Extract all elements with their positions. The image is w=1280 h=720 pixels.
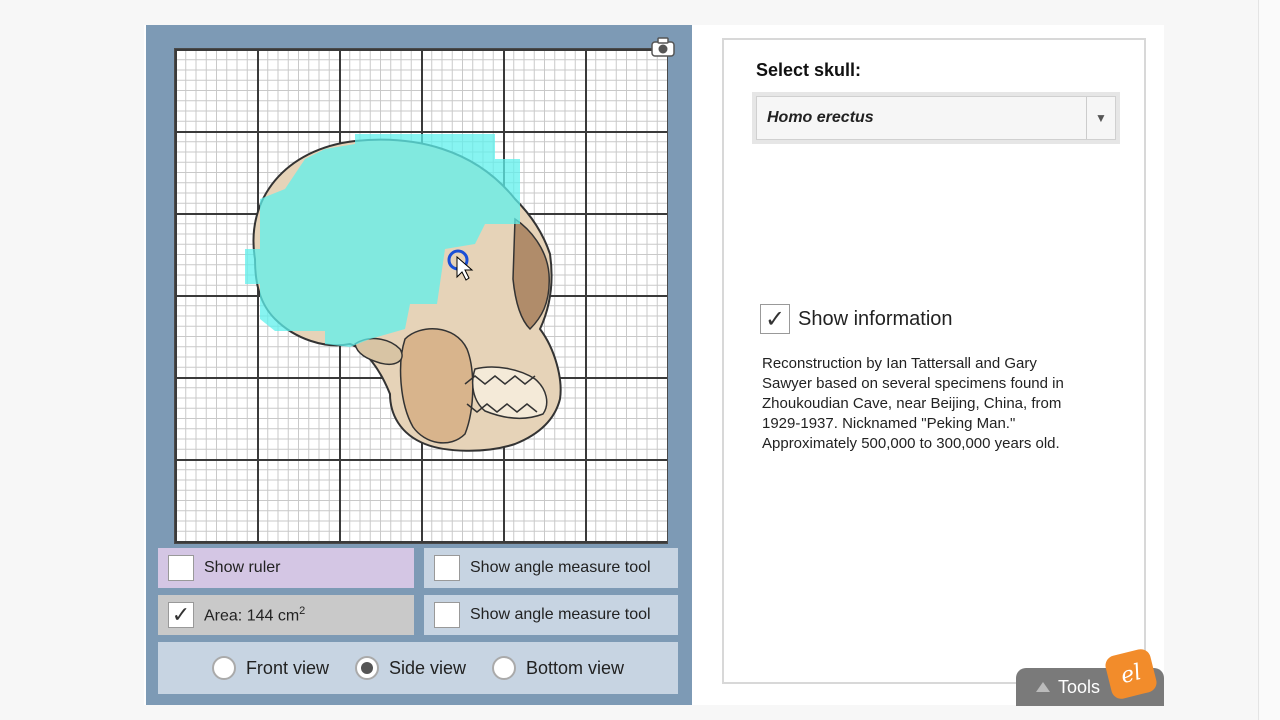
camera-icon[interactable] xyxy=(650,36,676,58)
bottom-view-label: Bottom view xyxy=(526,657,625,678)
show-ruler-label: Show ruler xyxy=(204,559,281,576)
angle-tool-label-2: Show angle measure tool xyxy=(470,606,651,623)
area-label: Area: 144 cm2 xyxy=(204,605,305,625)
show-information-toggle[interactable]: ✓ Show information xyxy=(760,304,953,334)
side-view-label: Side view xyxy=(388,657,467,678)
side-view-radio[interactable] xyxy=(354,656,379,680)
show-ruler-toggle[interactable]: Show ruler xyxy=(158,548,414,588)
measurement-grid[interactable] xyxy=(174,48,668,544)
tools-label: Tools xyxy=(1058,676,1101,697)
show-information-label: Show information xyxy=(798,307,953,330)
show-information-checkbox[interactable]: ✓ xyxy=(760,304,790,334)
angle-tool-label-1: Show angle measure tool xyxy=(470,559,651,576)
bottom-view-radio[interactable] xyxy=(492,656,517,680)
angle-tool-toggle-2[interactable]: Show angle measure tool xyxy=(424,595,678,635)
select-skull-label: Select skull: xyxy=(756,60,862,80)
page-edge xyxy=(1258,0,1280,720)
show-ruler-checkbox[interactable] xyxy=(168,555,194,581)
selected-dot xyxy=(360,662,373,674)
angle-tool-checkbox-1[interactable] xyxy=(434,555,460,581)
selected-skull: Homo erectus xyxy=(767,109,874,126)
skull-information-text: Reconstruction by Ian Tattersall and Gar… xyxy=(762,355,1064,452)
bottom-view-option[interactable]: Bottom view xyxy=(492,656,624,680)
side-view-option[interactable]: Side view xyxy=(354,656,467,680)
angle-tool-toggle-1[interactable]: Show angle measure tool xyxy=(424,548,678,588)
logo-text: el xyxy=(1118,659,1144,689)
dropdown-arrow-icon[interactable]: ▼ xyxy=(1086,97,1115,139)
area-unit-exponent: 2 xyxy=(299,604,306,617)
skull-dropdown[interactable]: Homo erectus ▼ xyxy=(752,92,1120,144)
view-selector: Front view Side view Bottom view xyxy=(158,642,678,694)
skull-dropdown-field[interactable]: Homo erectus ▼ xyxy=(756,96,1116,140)
angle-tool-checkbox-2[interactable] xyxy=(434,602,460,628)
area-value: Area: 144 cm xyxy=(204,607,300,625)
front-view-label: Front view xyxy=(245,657,329,678)
skull-side-view xyxy=(245,134,562,452)
area-toggle[interactable]: ✓ Area: 144 cm2 xyxy=(158,595,414,635)
front-view-option[interactable]: Front view xyxy=(211,656,329,680)
expand-up-icon xyxy=(1036,682,1050,692)
area-checkbox[interactable]: ✓ xyxy=(168,602,194,628)
front-view-radio[interactable] xyxy=(211,656,236,680)
